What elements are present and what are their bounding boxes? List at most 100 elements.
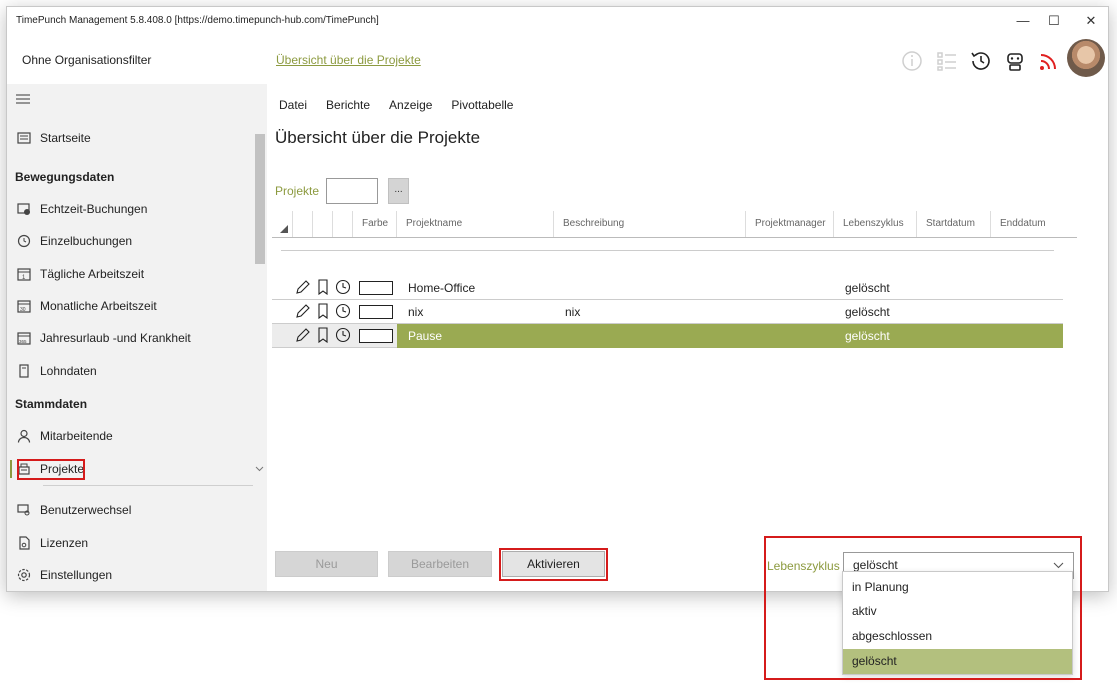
sort-corner-icon[interactable]	[280, 225, 288, 233]
calendar-month-icon: 30	[16, 298, 32, 314]
sidebar-item-mitarbeitende[interactable]: Mitarbeitende	[7, 423, 257, 449]
sidebar-item-monatliche-arbeitszeit[interactable]: 30 Monatliche Arbeitszeit	[7, 293, 257, 319]
sidebar-item-label: Echtzeit-Buchungen	[40, 202, 148, 216]
pencil-icon[interactable]	[294, 278, 312, 296]
clock-icon[interactable]	[334, 326, 352, 344]
document-icon	[16, 363, 32, 379]
grid-col-farbe[interactable]: Farbe	[352, 211, 396, 237]
sidebar-item-label: Lizenzen	[40, 536, 89, 550]
color-swatch	[359, 281, 393, 295]
title-bar: TimePunch Management 5.8.408.0 [https://…	[7, 7, 1108, 37]
selection-highlight	[397, 324, 1063, 348]
sidebar-item-jahresurlaub[interactable]: 365 Jahresurlaub -und Krankheit	[7, 325, 257, 351]
project-name: nix	[408, 305, 424, 319]
edit-button[interactable]: Bearbeiten	[388, 551, 492, 577]
grid-header: Farbe Projektname Beschreibung Projektma…	[272, 211, 1077, 238]
svg-text:30: 30	[20, 307, 26, 313]
sidebar-item-startseite[interactable]: Startseite	[7, 125, 257, 151]
pencil-icon[interactable]	[294, 326, 312, 344]
hamburger-icon[interactable]	[16, 94, 30, 104]
page-title: Übersicht über die Projekte	[275, 128, 481, 147]
project-browse-button[interactable]: ...	[388, 178, 409, 204]
history-icon[interactable]	[969, 49, 993, 73]
breadcrumb-link[interactable]: Übersicht über die Projekte	[276, 53, 421, 67]
sidebar-item-label: Einzelbuchungen	[40, 234, 133, 248]
info-icon[interactable]	[900, 49, 924, 73]
project-name: Pause	[408, 329, 443, 343]
sidebar-scrollbar[interactable]	[255, 134, 265, 264]
sidebar-item-benutzerwechsel[interactable]: Benutzerwechsel	[7, 497, 257, 523]
rss-icon[interactable]	[1036, 49, 1060, 73]
grid-col-edit	[292, 211, 312, 237]
highlight-lifecycle	[764, 536, 1082, 680]
table-row[interactable]: Home-Office gelöscht	[272, 276, 1063, 300]
section-stammdaten: Stammdaten	[15, 397, 88, 411]
clock-icon	[16, 233, 32, 249]
sidebar-item-label: Lohndaten	[40, 364, 97, 378]
book-icon[interactable]	[314, 302, 332, 320]
grid-col-projektmanager[interactable]: Projektmanager	[745, 211, 833, 237]
sidebar-item-label: Benutzerwechsel	[40, 503, 132, 517]
project-description: nix	[565, 305, 581, 319]
org-filter[interactable]: Ohne Organisationsfilter	[22, 53, 151, 67]
sidebar-item-label: Jahresurlaub -und Krankheit	[40, 331, 191, 345]
menu-bar: Datei Berichte Anzeige Pivottabelle	[279, 98, 513, 112]
sidebar-item-label: Mitarbeitende	[40, 429, 113, 443]
sidebar-item-einzelbuchungen[interactable]: Einzelbuchungen	[7, 228, 257, 254]
user-switch-icon	[16, 502, 32, 518]
robot-icon[interactable]	[1003, 49, 1027, 73]
highlight-projekte	[17, 459, 85, 480]
grid-col-lebenszyklus[interactable]: Lebenszyklus	[833, 211, 916, 237]
book-icon[interactable]	[314, 278, 332, 296]
grid-filter-line	[281, 250, 1054, 251]
close-button[interactable]: ✕	[1074, 7, 1108, 37]
window-title: TimePunch Management 5.8.408.0 [https://…	[16, 15, 379, 26]
book-icon[interactable]	[314, 326, 332, 344]
table-row-selected[interactable]: Pause gelöscht	[272, 324, 1063, 348]
new-button[interactable]: Neu	[275, 551, 378, 577]
table-row[interactable]: nix nix gelöscht	[272, 300, 1063, 324]
color-swatch	[359, 329, 393, 343]
checklist-icon[interactable]	[935, 49, 959, 73]
grid-col-beschreibung[interactable]: Beschreibung	[553, 211, 745, 237]
app-header: Ohne Organisationsfilter Übersicht über …	[7, 37, 1108, 84]
menu-datei[interactable]: Datei	[279, 98, 307, 112]
chevron-down-icon[interactable]	[255, 466, 264, 472]
license-icon	[16, 535, 32, 551]
maximize-button[interactable]: ☐	[1037, 7, 1071, 37]
avatar[interactable]	[1067, 39, 1105, 77]
sidebar-divider	[43, 485, 253, 486]
sidebar-item-label: Monatliche Arbeitszeit	[40, 299, 157, 313]
sidebar-item-label: Einstellungen	[40, 568, 113, 582]
color-swatch	[359, 305, 393, 319]
menu-pivottabelle[interactable]: Pivottabelle	[451, 98, 513, 112]
grid-col-enddatum[interactable]: Enddatum	[990, 211, 1077, 237]
clock-icon[interactable]	[334, 302, 352, 320]
project-name: Home-Office	[408, 281, 476, 295]
menu-berichte[interactable]: Berichte	[326, 98, 370, 112]
clock-icon[interactable]	[334, 278, 352, 296]
calendar-year-icon: 365	[16, 330, 32, 346]
project-lifecycle: gelöscht	[845, 305, 890, 319]
sidebar: Startseite Bewegungsdaten Echtzeit-Buchu…	[7, 84, 267, 591]
sidebar-item-einstellungen[interactable]: Einstellungen	[7, 562, 257, 588]
sidebar-item-taegliche-arbeitszeit[interactable]: 1 Tägliche Arbeitszeit	[7, 261, 257, 287]
main-content: Datei Berichte Anzeige Pivottabelle Über…	[267, 84, 1108, 591]
grid-col-startdatum[interactable]: Startdatum	[916, 211, 990, 237]
sidebar-item-lizenzen[interactable]: Lizenzen	[7, 530, 257, 556]
project-filter-input[interactable]	[326, 178, 378, 204]
settings-icon	[16, 567, 32, 583]
grid-col-book	[312, 211, 332, 237]
home-icon	[16, 130, 32, 146]
sidebar-item-lohndaten[interactable]: Lohndaten	[7, 358, 257, 384]
sidebar-item-echtzeit-buchungen[interactable]: Echtzeit-Buchungen	[7, 196, 257, 222]
highlight-activate	[499, 548, 608, 581]
minimize-button[interactable]: —	[1006, 7, 1040, 37]
calendar-day-icon: 1	[16, 266, 32, 282]
grid-col-clock	[332, 211, 352, 237]
grid-col-projektname[interactable]: Projektname	[396, 211, 553, 237]
sidebar-item-label: Startseite	[40, 131, 91, 145]
pencil-icon[interactable]	[294, 302, 312, 320]
menu-anzeige[interactable]: Anzeige	[389, 98, 432, 112]
project-filter-label: Projekte	[275, 184, 320, 198]
